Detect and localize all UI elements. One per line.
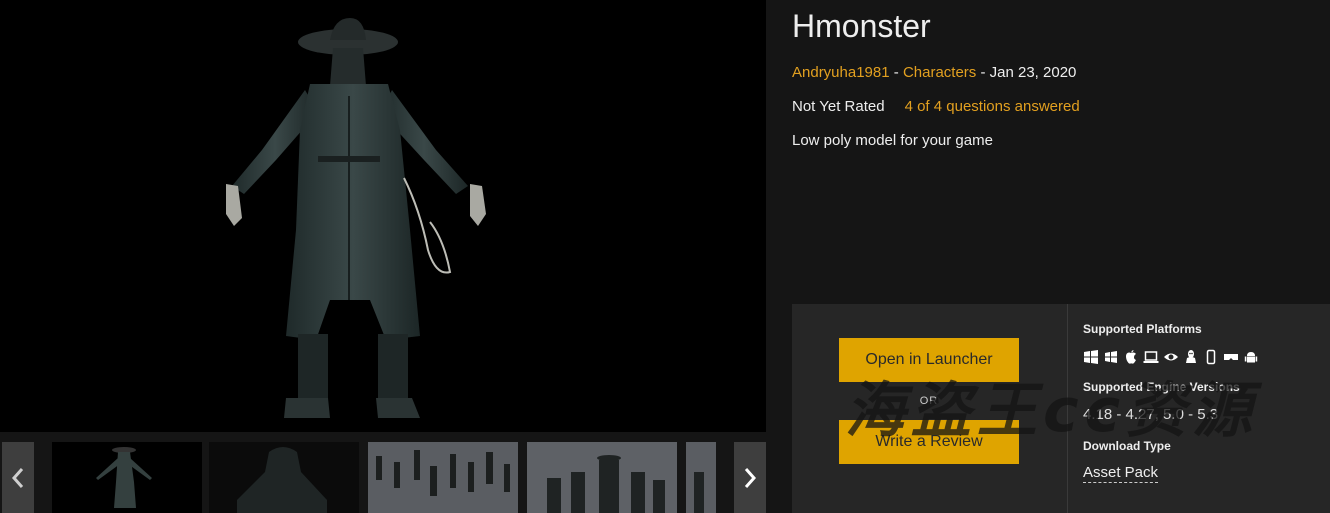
platform-icons — [1083, 348, 1259, 366]
android-icon — [1243, 349, 1259, 365]
thumb-closeup-image — [237, 447, 327, 513]
meta-separator: - — [889, 64, 903, 81]
meta-separator: - — [976, 64, 990, 81]
product-summary: Low poly model for your game — [792, 132, 993, 149]
questions-link[interactable]: 4 of 4 questions answered — [905, 98, 1080, 115]
purchase-panel: Open in Launcher OR Write a Review Suppo… — [792, 304, 1330, 513]
or-separator: OR — [919, 395, 939, 407]
thumbnail-strip — [0, 440, 766, 513]
engine-versions-heading: Supported Engine Versions — [1083, 380, 1240, 394]
engine-versions: 4.18 - 4.27, 5.0 - 5.3 — [1083, 406, 1219, 423]
release-date: Jan 23, 2020 — [989, 64, 1077, 81]
mobile-icon — [1203, 349, 1219, 365]
apple-icon — [1123, 349, 1139, 365]
gallery-prev-button[interactable] — [2, 442, 34, 513]
laptop-icon — [1143, 349, 1159, 365]
thumb-partial[interactable] — [686, 442, 716, 513]
chevron-left-icon — [11, 467, 24, 488]
product-title: Hmonster — [792, 8, 931, 44]
product-meta: Andryuha1981 - Characters - Jan 23, 2020 — [792, 64, 1076, 81]
open-in-launcher-button[interactable]: Open in Launcher — [839, 338, 1019, 382]
windows-icon — [1083, 349, 1099, 365]
gallery-next-button[interactable] — [734, 442, 766, 513]
thumb-group-scene-image — [527, 442, 677, 513]
eye-icon — [1163, 349, 1179, 365]
rating-status: Not Yet Rated — [792, 98, 885, 115]
thumb-crowd-scene-image — [368, 442, 518, 513]
write-review-button[interactable]: Write a Review — [839, 420, 1019, 464]
character-render — [226, 18, 486, 418]
platforms-heading: Supported Platforms — [1083, 322, 1202, 336]
seller-link[interactable]: Andryuha1981 — [792, 64, 890, 81]
chevron-right-icon — [744, 467, 757, 488]
thumb-partial-image — [686, 442, 716, 513]
download-type-link[interactable]: Asset Pack — [1083, 464, 1159, 483]
download-type-heading: Download Type — [1083, 439, 1171, 453]
thumb-front-view-image — [96, 447, 152, 508]
thumb-group-scene[interactable] — [527, 442, 677, 513]
windows-store-icon — [1103, 349, 1119, 365]
thumb-closeup[interactable] — [209, 442, 359, 513]
thumb-crowd-scene[interactable] — [368, 442, 518, 513]
panel-divider — [1067, 304, 1068, 513]
linux-icon — [1183, 349, 1199, 365]
category-link[interactable]: Characters — [903, 64, 976, 81]
main-image-viewer[interactable] — [0, 0, 766, 432]
vr-headset-icon — [1223, 349, 1239, 365]
thumb-front-view[interactable] — [52, 442, 202, 513]
rating-row: Not Yet Rated 4 of 4 questions answered — [792, 98, 1080, 115]
